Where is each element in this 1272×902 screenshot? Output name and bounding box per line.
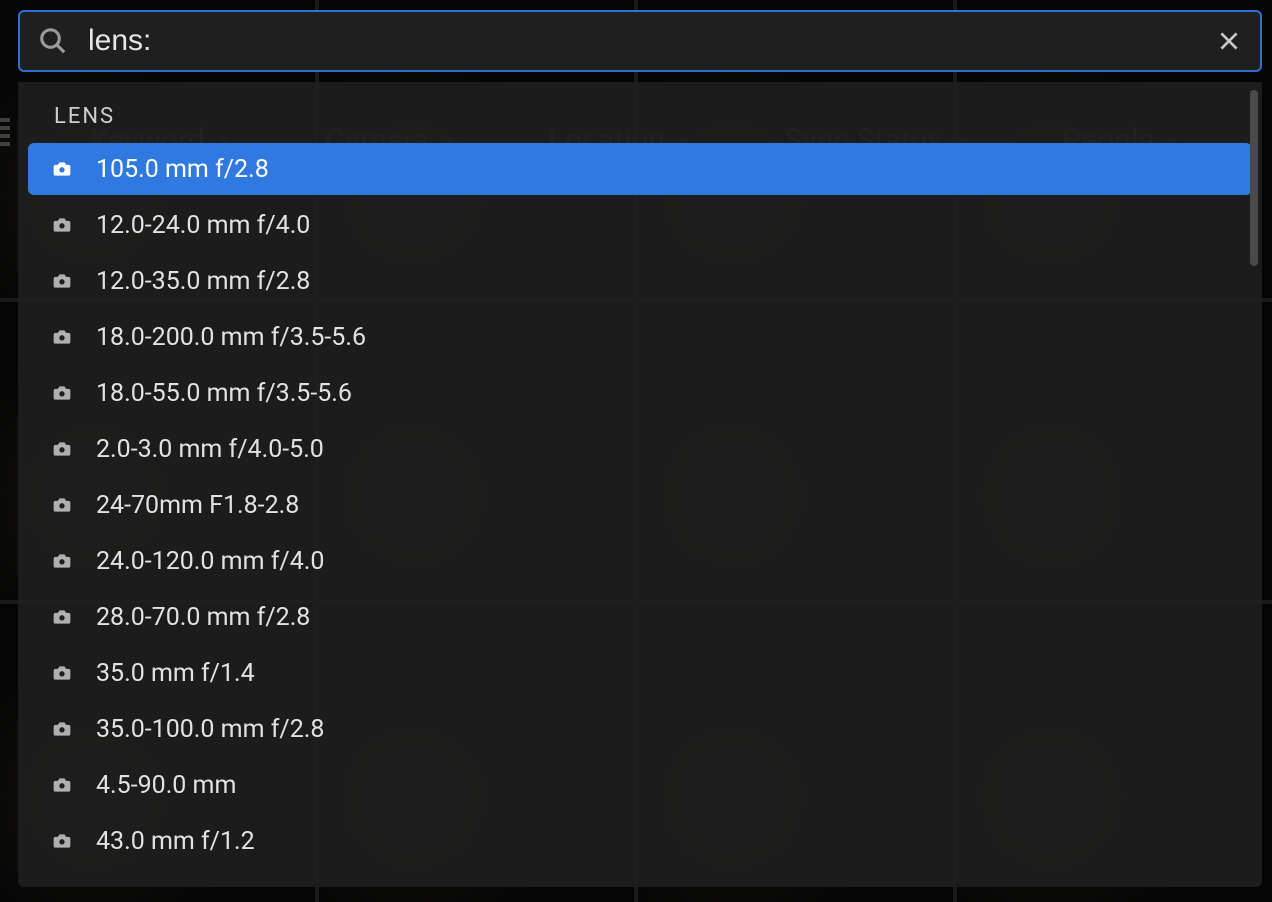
suggestion-label: 43.0 mm f/1.2 (96, 827, 255, 856)
suggestion-item[interactable]: 2.0-3.0 mm f/4.0-5.0 (28, 423, 1252, 475)
suggestion-item[interactable]: 12.0-35.0 mm f/2.8 (28, 255, 1252, 307)
suggestion-item[interactable]: 18.0-200.0 mm f/3.5-5.6 (28, 311, 1252, 363)
camera-icon (52, 215, 72, 235)
suggestions-section-label: LENS (18, 96, 1262, 143)
camera-icon (52, 327, 72, 347)
camera-icon (52, 607, 72, 627)
camera-icon (52, 383, 72, 403)
suggestion-label: 24-70mm F1.8-2.8 (96, 491, 299, 520)
suggestion-item[interactable]: 12.0-24.0 mm f/4.0 (28, 199, 1252, 251)
search-input[interactable] (88, 24, 1216, 58)
search-icon (38, 26, 68, 56)
suggestion-label: 35.0-100.0 mm f/2.8 (96, 715, 324, 744)
suggestion-label: 35.0 mm f/1.4 (96, 659, 255, 688)
camera-icon (52, 439, 72, 459)
suggestion-item[interactable]: 35.0-100.0 mm f/2.8 (28, 703, 1252, 755)
suggestion-label: 24.0-120.0 mm f/4.0 (96, 547, 324, 576)
suggestion-label: 28.0-70.0 mm f/2.8 (96, 603, 310, 632)
scrollbar-thumb[interactable] (1250, 90, 1258, 266)
suggestion-item[interactable]: 28.0-70.0 mm f/2.8 (28, 591, 1252, 643)
suggestion-item[interactable]: 105.0 mm f/2.8 (28, 143, 1252, 195)
suggestion-item[interactable]: 24.0-120.0 mm f/4.0 (28, 535, 1252, 587)
suggestion-item[interactable]: 35.0 mm f/1.4 (28, 647, 1252, 699)
camera-icon (52, 495, 72, 515)
suggestion-label: 4.5-90.0 mm (96, 771, 236, 800)
search-suggestions-dropdown: LENS 105.0 mm f/2.8 12.0-24.0 mm f/4.0 12.… (18, 82, 1262, 887)
search-bar[interactable] (18, 10, 1262, 72)
suggestion-item[interactable]: 4.5-90.0 mm (28, 759, 1252, 811)
suggestion-label: 12.0-24.0 mm f/4.0 (96, 211, 310, 240)
suggestion-label: 12.0-35.0 mm f/2.8 (96, 267, 310, 296)
suggestion-label: 18.0-55.0 mm f/3.5-5.6 (96, 379, 352, 408)
clear-icon[interactable] (1216, 28, 1242, 54)
suggestion-item[interactable]: 18.0-55.0 mm f/3.5-5.6 (28, 367, 1252, 419)
camera-icon (52, 775, 72, 795)
camera-icon (52, 159, 72, 179)
camera-icon (52, 719, 72, 739)
camera-icon (52, 551, 72, 571)
suggestion-item[interactable]: 43.0 mm f/1.2 (28, 815, 1252, 867)
suggestion-label: 18.0-200.0 mm f/3.5-5.6 (96, 323, 366, 352)
suggestion-label: 2.0-3.0 mm f/4.0-5.0 (96, 435, 324, 464)
camera-icon (52, 271, 72, 291)
camera-icon (52, 831, 72, 851)
suggestion-label: 105.0 mm f/2.8 (96, 155, 269, 184)
camera-icon (52, 663, 72, 683)
suggestions-list: 105.0 mm f/2.8 12.0-24.0 mm f/4.0 12.0-35.… (18, 143, 1262, 867)
suggestion-item[interactable]: 24-70mm F1.8-2.8 (28, 479, 1252, 531)
